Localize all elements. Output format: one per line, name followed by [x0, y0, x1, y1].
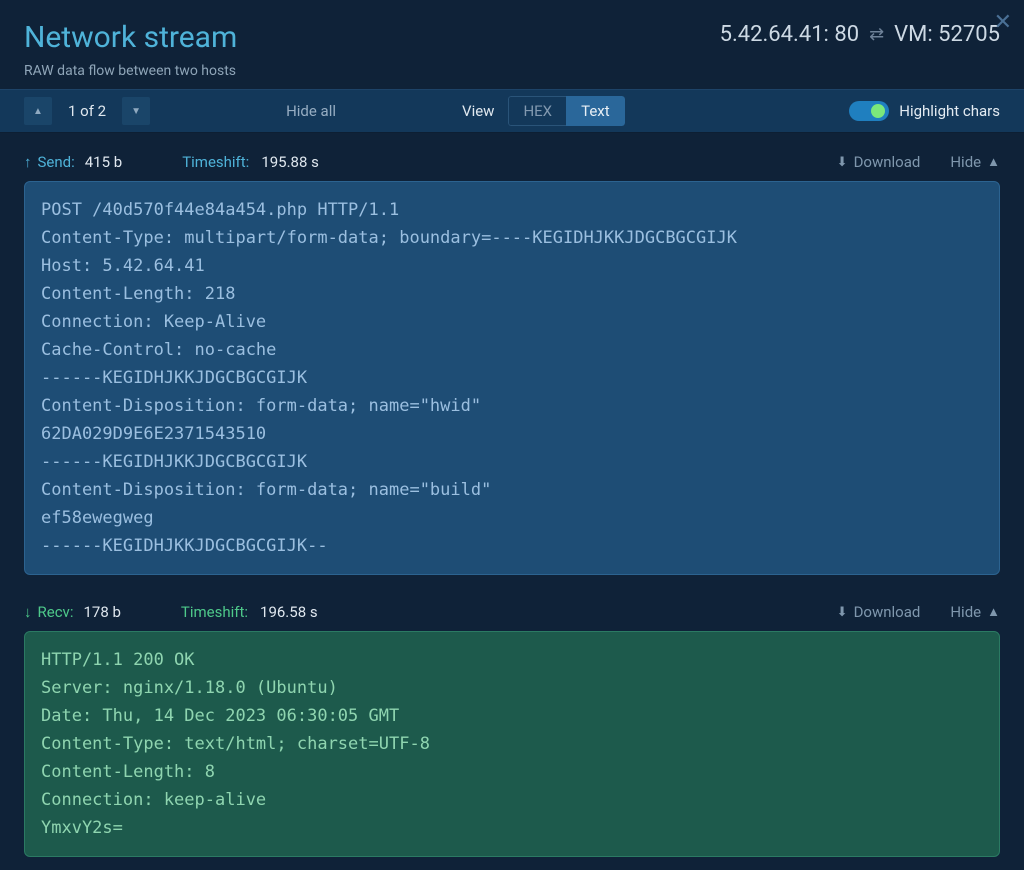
page-subtitle: RAW data flow between two hosts [24, 63, 237, 79]
download-label: Download [854, 153, 921, 171]
download-icon: ⬇ [837, 155, 848, 170]
send-body[interactable]: POST /40d570f44e84a454.php HTTP/1.1 Cont… [24, 181, 1000, 575]
pager: ▲ 1 of 2 ▼ [24, 97, 150, 125]
recv-actions: ⬇ Download Hide ▲ [837, 603, 1000, 621]
send-section: ↑ Send: 415 b Timeshift: 195.88 s ⬇ Down… [24, 153, 1000, 575]
view-hex-button[interactable]: HEX [508, 96, 566, 126]
download-icon: ⬇ [837, 605, 848, 620]
recv-timeshift: 196.58 s [260, 603, 318, 621]
title-block: Network stream RAW data flow between two… [24, 20, 237, 79]
view-text-button[interactable]: Text [566, 96, 625, 126]
send-actions: ⬇ Download Hide ▲ [837, 153, 1000, 171]
swap-icon: ⇄ [869, 24, 884, 45]
highlight-label: Highlight chars [899, 102, 1000, 120]
highlight-control: Highlight chars [849, 101, 1000, 121]
up-arrow-icon: ↑ [24, 153, 32, 171]
connection-info: 5.42.64.41: 80 ⇄ VM: 52705 [720, 22, 1000, 47]
recv-size: 178 b [83, 603, 120, 621]
send-section-head: ↑ Send: 415 b Timeshift: 195.88 s ⬇ Down… [24, 153, 1000, 171]
down-arrow-icon: ↓ [24, 603, 32, 621]
recv-download-button[interactable]: ⬇ Download [837, 603, 921, 621]
send-download-button[interactable]: ⬇ Download [837, 153, 921, 171]
recv-timeshift-label: Timeshift: [181, 603, 248, 621]
download-label: Download [854, 603, 921, 621]
recv-body[interactable]: HTTP/1.1 200 OK Server: nginx/1.18.0 (Ub… [24, 631, 1000, 857]
send-timeshift-label: Timeshift: [182, 153, 249, 171]
connection-left: 5.42.64.41: 80 [720, 22, 859, 47]
toolbar: ▲ 1 of 2 ▼ Hide all View HEX Text Highli… [0, 89, 1024, 133]
hide-label: Hide [950, 153, 981, 171]
send-size: 415 b [85, 153, 122, 171]
connection-right: VM: 52705 [894, 22, 1000, 47]
view-segment: View HEX Text [462, 96, 625, 126]
hide-all-button[interactable]: Hide all [286, 102, 336, 120]
page-title: Network stream [24, 20, 237, 55]
content: ↑ Send: 415 b Timeshift: 195.88 s ⬇ Down… [0, 133, 1024, 857]
chevron-up-icon: ▲ [987, 604, 1000, 620]
view-label: View [462, 102, 494, 120]
highlight-toggle[interactable] [849, 101, 889, 121]
recv-label: Recv: [38, 603, 74, 621]
pager-text: 1 of 2 [62, 102, 112, 120]
pager-prev-button[interactable]: ▲ [24, 97, 52, 125]
recv-section: ↓ Recv: 178 b Timeshift: 196.58 s ⬇ Down… [24, 603, 1000, 857]
header: Network stream RAW data flow between two… [0, 0, 1024, 89]
pager-next-button[interactable]: ▼ [122, 97, 150, 125]
recv-section-head: ↓ Recv: 178 b Timeshift: 196.58 s ⬇ Down… [24, 603, 1000, 621]
hide-label: Hide [950, 603, 981, 621]
send-timeshift: 195.88 s [261, 153, 319, 171]
send-hide-button[interactable]: Hide ▲ [950, 153, 1000, 171]
view-mode-switch: HEX Text [508, 96, 624, 126]
chevron-up-icon: ▲ [987, 154, 1000, 170]
close-icon[interactable]: ✕ [994, 10, 1012, 35]
recv-hide-button[interactable]: Hide ▲ [950, 603, 1000, 621]
toggle-knob [871, 104, 885, 118]
send-label: Send: [38, 153, 75, 171]
